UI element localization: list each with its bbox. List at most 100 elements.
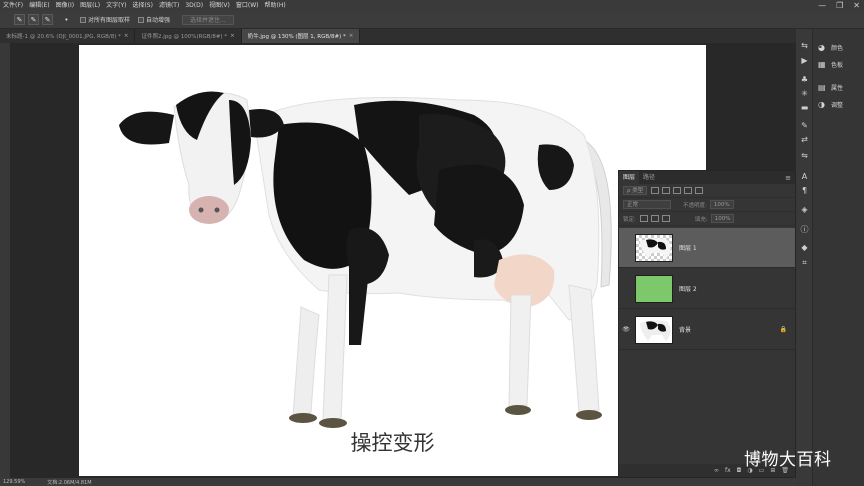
layer-name: 图层 1 <box>679 245 697 252</box>
opacity-label: 不透明度: <box>683 202 707 209</box>
sample-all-checkbox[interactable] <box>80 16 86 23</box>
filter-shape-icon[interactable] <box>684 187 693 194</box>
menu-image[interactable]: 图像(I) <box>53 0 77 11</box>
layer-thumbnail <box>635 233 673 262</box>
close-icon[interactable]: × <box>124 33 129 39</box>
fill-field[interactable]: 100% <box>710 214 735 223</box>
menu-3d[interactable]: 3D(D) <box>182 0 206 11</box>
layers-icon[interactable]: ◆ <box>800 243 809 252</box>
layer-filter-row: ρ 类型 <box>619 184 795 198</box>
layer-row-layer2[interactable]: 图层 2 <box>619 269 795 309</box>
layer-thumbnail <box>635 315 673 344</box>
menu-file[interactable]: 文件(F) <box>0 0 26 11</box>
subtract-selection-icon[interactable]: ✎ <box>42 14 53 25</box>
document-canvas[interactable]: 操控变形 <box>79 45 706 476</box>
fx-icon[interactable]: fx <box>725 467 731 474</box>
adjustments-panel-button[interactable]: ◑ 调整 <box>813 96 864 113</box>
mini-label: 调整 <box>831 102 844 109</box>
tab-untitled[interactable]: 未标题-1 @ 20.6% (DJI_0001.JPG, RGB/8) * × <box>0 29 136 43</box>
close-icon[interactable]: × <box>349 33 354 39</box>
lock-pixels-icon[interactable] <box>639 215 648 222</box>
adjust-icon[interactable]: ♣ <box>800 75 809 84</box>
filter-smart-icon[interactable] <box>695 187 704 194</box>
filter-adjust-icon[interactable] <box>662 187 671 194</box>
fill-label: 填充: <box>694 216 708 223</box>
menu-layer[interactable]: 图层(L) <box>77 0 103 11</box>
brush-icon[interactable]: ✎ <box>800 121 809 130</box>
properties-panel-button[interactable]: ▤ 属性 <box>813 79 864 96</box>
panel-menu-icon[interactable]: ≡ <box>785 174 791 182</box>
menu-edit[interactable]: 编辑(E) <box>26 0 52 11</box>
lock-icon: 🔒 <box>779 326 787 333</box>
lock-position-icon[interactable] <box>650 215 659 222</box>
lock-all-icon[interactable] <box>661 215 670 222</box>
info-icon[interactable]: ⓘ <box>800 225 809 234</box>
zoom-level[interactable]: 129.59% <box>3 479 25 485</box>
lock-label: 锁定: <box>623 216 636 223</box>
properties-icon: ▤ <box>818 83 826 92</box>
character-icon[interactable]: A <box>800 172 809 181</box>
layer-row-background[interactable]: 👁 背景 🔒 <box>619 310 795 350</box>
tab-cow[interactable]: 奶牛.jpg @ 130% (图层 1, RGB/8#) * × <box>241 29 361 43</box>
menu-select[interactable]: 选择(S) <box>129 0 156 11</box>
blend-row: 正常 不透明度: 100% <box>619 198 795 212</box>
filter-pixel-icon[interactable] <box>651 187 660 194</box>
layer-name: 背景 <box>679 327 692 334</box>
close-icon[interactable]: × <box>230 33 235 39</box>
tab-layers[interactable]: 图层 <box>619 171 640 184</box>
mini-panels: ◕ 颜色 ▦ 色板 ▤ 属性 ◑ 调整 <box>813 39 864 113</box>
menu-window[interactable]: 窗口(W) <box>233 0 262 11</box>
play-icon[interactable]: ▶ <box>800 56 809 65</box>
swap-icon[interactable]: ⇋ <box>800 151 809 160</box>
mini-label: 色板 <box>831 62 844 69</box>
opacity-field[interactable]: 100% <box>709 200 734 209</box>
transform-icon[interactable]: ⌗ <box>800 258 809 267</box>
link-layers-icon[interactable]: ∞ <box>714 467 719 474</box>
auto-enhance-checkbox[interactable] <box>138 16 145 23</box>
tools-panel <box>0 43 10 478</box>
swatches-icon: ▦ <box>818 60 826 69</box>
document-size: 文档:2.06M/4.81M <box>47 479 92 486</box>
tool-preset-icon[interactable]: ⇄ <box>800 135 809 144</box>
menu-bar: 文件(F) 编辑(E) 图像(I) 图层(L) 文字(Y) 选择(S) 滤镜(T… <box>0 0 864 11</box>
cow-image <box>119 91 612 428</box>
clone-icon[interactable]: ▬ <box>800 103 809 112</box>
3d-icon[interactable]: ◈ <box>800 205 809 214</box>
layer-name: 图层 2 <box>679 286 697 293</box>
panel-icon-strip: ⇆ ▶ ♣ ✳ ▬ ✎ ⇄ ⇋ A ¶ ◈ ⓘ ◆ ⌗ <box>796 29 813 486</box>
blend-mode-select[interactable]: 正常 <box>623 200 671 209</box>
history-icon[interactable]: ⇆ <box>800 41 809 50</box>
menu-type[interactable]: 文字(Y) <box>103 0 129 11</box>
quick-selection-tool-icon[interactable]: ✎ <box>14 14 25 25</box>
maximize-button[interactable]: ❐ <box>836 1 843 10</box>
close-button[interactable]: ✕ <box>853 1 860 10</box>
brush-size-icon[interactable]: • <box>61 14 72 25</box>
tab-id-photo[interactable]: 证件照2.jpg @ 100%(RGB/8#) * × <box>135 29 242 43</box>
subtitle-caption: 操控变形 <box>350 431 435 455</box>
menu-help[interactable]: 帮助(H) <box>262 0 289 11</box>
lock-row: 锁定: 填充: 100% <box>619 212 795 226</box>
tab-paths[interactable]: 路径 <box>639 171 659 184</box>
paragraph-icon[interactable]: ¶ <box>800 186 809 195</box>
layers-panel: 图层 路径 ≡ ρ 类型 正常 不透明度: 100% 锁定: 填充: 100% … <box>618 170 796 478</box>
eye-icon[interactable]: 👁 <box>619 326 633 333</box>
menu-filter[interactable]: 滤镜(T) <box>156 0 182 11</box>
select-and-mask-button[interactable]: 选择并遮住... <box>182 14 234 25</box>
menu-view[interactable]: 视图(V) <box>206 0 233 11</box>
filter-kind-select[interactable]: ρ 类型 <box>623 186 648 195</box>
tab-label: 证件照2.jpg @ 100%(RGB/8#) * <box>141 34 228 40</box>
filter-text-icon[interactable] <box>673 187 682 194</box>
mask-icon[interactable]: ◘ <box>737 467 742 474</box>
adjustments-icon: ◑ <box>818 100 825 109</box>
auto-enhance-label: 自动增强 <box>146 17 171 24</box>
color-panel-button[interactable]: ◕ 颜色 <box>813 39 864 56</box>
sample-all-label: 对所有图层取样 <box>88 17 131 24</box>
tab-label: 奶牛.jpg @ 130% (图层 1, RGB/8#) * <box>247 34 346 40</box>
minimize-button[interactable]: — <box>818 1 826 10</box>
swatches-panel-button[interactable]: ▦ 色板 <box>813 56 864 73</box>
document-tabs: 未标题-1 @ 20.6% (DJI_0001.JPG, RGB/8) * × 证… <box>0 29 796 43</box>
mini-label: 颜色 <box>831 45 844 52</box>
layer-row-layer1[interactable]: 图层 1 <box>619 228 795 268</box>
brush-settings-icon[interactable]: ✳ <box>800 89 809 98</box>
add-selection-icon[interactable]: ✎ <box>28 14 39 25</box>
